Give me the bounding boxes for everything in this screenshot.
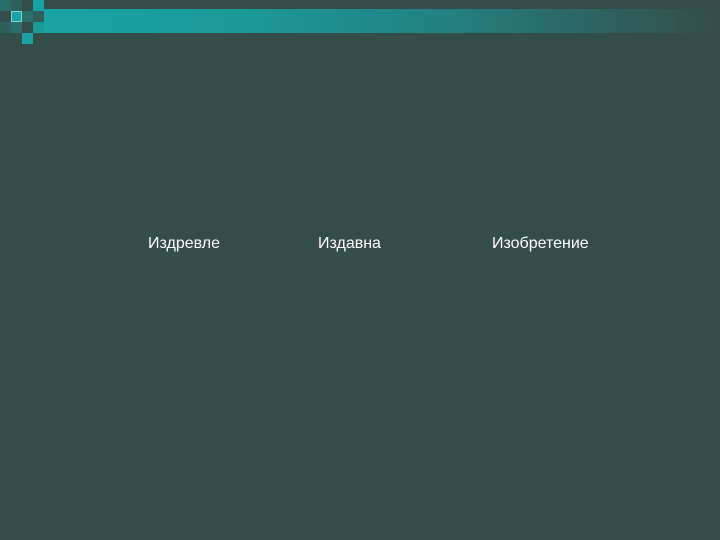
word-izdrevle: Издревле (148, 235, 220, 252)
pixel-square (22, 11, 33, 22)
word-row: Издревле Издавна Изобретение (0, 235, 720, 255)
pixel-square (22, 33, 33, 44)
pixel-square (0, 22, 11, 33)
decorative-top-banner (43, 9, 720, 33)
pixel-square (0, 0, 11, 11)
word-izobretenie: Изобретение (492, 235, 589, 252)
word-izdavna: Издавна (318, 235, 381, 252)
pixel-square (33, 11, 44, 22)
slide-canvas: Издревле Издавна Изобретение (0, 0, 720, 540)
pixel-square (11, 22, 22, 33)
pixel-square (11, 11, 22, 22)
pixel-square (11, 0, 22, 11)
pixel-square (33, 0, 44, 11)
pixel-square (33, 22, 44, 33)
